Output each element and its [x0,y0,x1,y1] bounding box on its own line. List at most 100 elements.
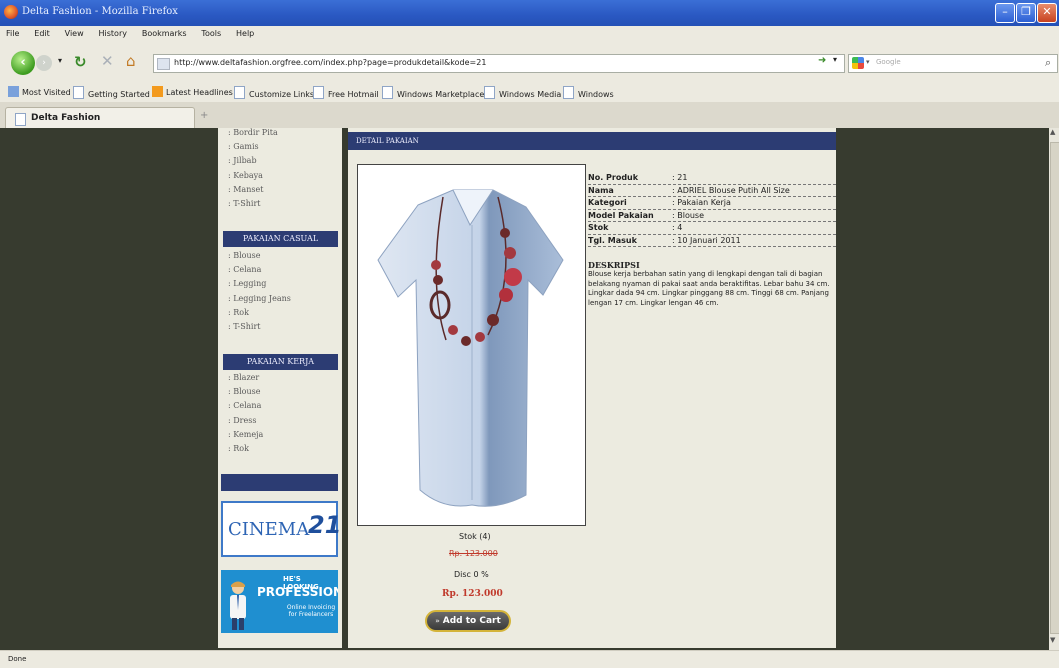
stock-label: Stok (4) [459,532,491,541]
close-button[interactable]: ✕ [1037,3,1057,23]
professional-ad-banner[interactable]: HE'S LOOKING PROFESSIONAL Online Invoici… [221,570,338,633]
info-row-kategori: Kategori: Pakaian Kerja [588,197,836,210]
scroll-down-icon[interactable]: ▼ [1050,636,1055,644]
product-image[interactable] [357,164,586,526]
sidebar-divider-block [221,474,338,491]
section-heading-casual: PAKAIAN CASUAL [223,231,338,247]
page-icon [313,86,324,99]
search-bar[interactable]: ▾ Google ⌕ [848,54,1058,73]
cinema-banner-text: CINEMA [228,519,310,540]
reload-icon[interactable]: ↻ [74,53,87,71]
stop-icon[interactable]: ✕ [101,52,114,70]
blouse-photo [377,189,564,507]
sidebar-item-casual-blouse[interactable]: : Blouse [228,251,291,265]
url-bar[interactable]: http://www.deltafashion.orgfree.com/inde… [153,54,845,73]
bookmark-most-visited[interactable]: Most Visited [8,86,71,97]
most-visited-icon [8,86,19,97]
status-text: Done [8,655,27,663]
discount-label: Disc 0 % [454,570,489,579]
sidebar-item-casual-tshirt[interactable]: : T-Shirt [228,322,291,336]
bookmark-windows[interactable]: Windows [563,86,614,99]
ad-line-3: Online Invoicing for Freelancers [286,604,336,618]
info-row-no-produk: No. Produk: 21 [588,172,836,185]
bookmark-getting-started[interactable]: Getting Started [73,86,150,99]
title-bar: Delta Fashion - Mozilla Firefox – ❐ ✕ [0,0,1059,26]
sidebar-item-bordir-pita[interactable]: : Bordir Pita [228,128,278,142]
back-button[interactable]: ‹ [11,51,35,75]
page-icon [563,86,574,99]
bookmark-customize-links[interactable]: Customize Links [234,86,314,99]
menu-edit[interactable]: Edit [34,29,50,38]
info-row-tgl-masuk: Tgl. Masuk: 10 Januari 2011 [588,235,836,247]
ad-line-2: PROFESSIONAL [257,585,338,599]
add-to-cart-button[interactable]: » Add to Cart [425,610,511,632]
menu-history[interactable]: History [99,29,127,38]
page-icon [382,86,393,99]
scroll-up-icon[interactable]: ▲ [1050,128,1055,136]
menu-bar: File Edit View History Bookmarks Tools H… [0,26,1059,45]
page-icon [73,86,84,99]
menu-file[interactable]: File [6,29,19,38]
vertical-scrollbar[interactable]: ▲ ▼ [1049,128,1059,650]
maximize-button[interactable]: ❐ [1016,3,1036,23]
go-arrow-icon[interactable]: ➜ [818,55,826,66]
tab-delta-fashion[interactable]: Delta Fashion [5,107,195,129]
sidebar-item-kerja-kemeja[interactable]: : Kemeja [228,430,263,444]
bookmark-windows-marketplace[interactable]: Windows Marketplace [382,86,484,99]
url-text[interactable]: http://www.deltafashion.orgfree.com/inde… [174,58,486,67]
rss-feed-icon [152,86,163,97]
sidebar-item-kerja-rok[interactable]: : Rok [228,444,263,458]
history-dropdown-icon[interactable]: ▾ [58,56,62,65]
info-row-stok: Stok: 4 [588,222,836,235]
sidebar-item-tshirt[interactable]: : T-Shirt [228,199,278,213]
search-engine-dropdown-icon[interactable]: ▾ [866,58,870,66]
sidebar-item-casual-legging[interactable]: : Legging [228,279,291,293]
page-icon [484,86,495,99]
description-title: DESKRIPSI [588,260,640,270]
sidebar-item-kerja-celana[interactable]: : Celana [228,401,263,415]
person-illustration-icon [230,581,246,630]
description-text: Blouse kerja berbahan satin yang di leng… [588,270,830,307]
search-engine-icon[interactable] [852,57,864,69]
sidebar-item-kebaya[interactable]: : Kebaya [228,171,278,185]
price: Rp. 123.000 [442,589,503,599]
detail-header-title: DETAIL PAKAIAN [356,137,419,145]
status-bar: Done [0,650,1059,668]
scroll-thumb[interactable] [1050,142,1059,634]
sidebar-item-gamis[interactable]: : Gamis [228,142,278,156]
menu-view[interactable]: View [65,29,84,38]
bookmark-free-hotmail[interactable]: Free Hotmail [313,86,379,99]
minimize-button[interactable]: – [995,3,1015,23]
category-list-casual: : Blouse : Celana : Legging : Legging Je… [228,251,291,336]
sidebar-item-casual-legging-jeans[interactable]: : Legging Jeans [228,294,291,308]
tab-label: Delta Fashion [31,113,101,123]
menu-tools[interactable]: Tools [201,29,221,38]
sidebar-item-casual-rok[interactable]: : Rok [228,308,291,322]
bookmark-latest-headlines[interactable]: Latest Headlines [152,86,233,97]
sidebar-item-kerja-dress[interactable]: : Dress [228,416,263,430]
sidebar-item-casual-celana[interactable]: : Celana [228,265,291,279]
navigation-toolbar: ‹ › ▾ ↻ ✕ ⌂ http://www.deltafashion.orgf… [0,45,1059,80]
url-dropdown-icon[interactable]: ▾ [833,55,837,64]
page-icon [234,86,245,99]
menu-bookmarks[interactable]: Bookmarks [142,29,187,38]
detail-header-bar: DETAIL PAKAIAN [348,132,836,150]
old-price: Rp. 123.000 [449,549,498,558]
sidebar-item-kerja-blazer[interactable]: : Blazer [228,373,263,387]
home-icon[interactable]: ⌂ [126,52,136,70]
menu-help[interactable]: Help [236,29,254,38]
sidebar-item-manset[interactable]: : Manset [228,185,278,199]
window-title: Delta Fashion - Mozilla Firefox [22,6,178,17]
search-placeholder[interactable]: Google [876,58,901,66]
sidebar-item-jilbab[interactable]: : Jilbab [228,156,278,170]
info-row-nama: Nama: ADRIEL Blouse Putih All Size [588,185,836,197]
search-icon[interactable]: ⌕ [1045,56,1051,70]
site-favicon-icon [157,58,170,70]
cart-icon: » [435,617,440,625]
forward-button[interactable]: › [36,55,52,71]
new-tab-button[interactable]: + [200,110,208,121]
bookmark-windows-media[interactable]: Windows Media [484,86,561,99]
product-info-table: No. Produk: 21 Nama: ADRIEL Blouse Putih… [588,172,836,247]
sidebar-item-kerja-blouse[interactable]: : Blouse [228,387,263,401]
cinema-21-banner[interactable]: CINEMA 21 [221,501,341,557]
